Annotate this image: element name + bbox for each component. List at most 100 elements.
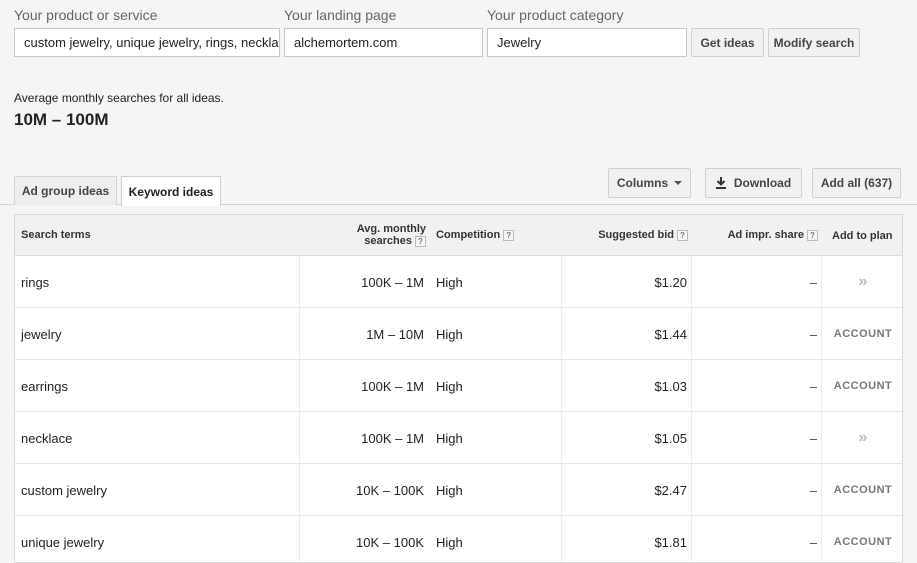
keyword-bid: $1.05	[654, 430, 687, 446]
keyword-competition: High	[436, 430, 463, 446]
keyword-searches: 10K – 100K	[356, 534, 424, 550]
add-to-plan-cell[interactable]: ACCOUNT	[822, 360, 902, 412]
column-divider	[299, 360, 300, 412]
keyword-searches: 10K – 100K	[356, 482, 424, 498]
header-ad-impr-share-label: Ad impr. share	[727, 229, 804, 241]
modify-search-button[interactable]: Modify search	[768, 28, 860, 57]
keyword-competition: High	[436, 326, 463, 342]
add-to-plan-cell[interactable]: ACCOUNT	[822, 516, 902, 562]
help-icon[interactable]: ?	[677, 229, 688, 241]
table-header: Search terms Avg. monthly searches? Comp…	[15, 215, 902, 256]
header-avg-monthly-searches[interactable]: Avg. monthly searches?	[357, 223, 426, 247]
column-divider	[299, 516, 300, 562]
keyword-competition: High	[436, 534, 463, 550]
table-row[interactable]: unique jewelry 10K – 100K High $1.81 – A…	[15, 516, 902, 562]
keyword-bid: $2.47	[654, 482, 687, 498]
keyword-term: necklace	[21, 430, 73, 446]
double-chevron-right-icon[interactable]: »	[859, 273, 868, 291]
column-divider	[299, 412, 300, 464]
keyword-term: jewelry	[21, 326, 62, 342]
column-divider	[691, 464, 692, 516]
table-row[interactable]: necklace 100K – 1M High $1.05 – »	[15, 412, 902, 464]
download-icon	[715, 177, 726, 189]
header-avg-monthly-line1: Avg. monthly	[356, 223, 426, 235]
add-to-plan-cell[interactable]: ACCOUNT	[822, 464, 902, 516]
avg-searches-value: 10M – 100M	[14, 110, 109, 129]
keyword-bid: $1.44	[654, 326, 687, 342]
avg-searches-label: Average monthly searches for all ideas.	[14, 91, 224, 105]
keyword-ideas-table: Search terms Avg. monthly searches? Comp…	[14, 214, 903, 563]
keyword-term: rings	[21, 274, 50, 290]
help-icon[interactable]: ?	[415, 235, 426, 247]
download-button[interactable]: Download	[705, 168, 802, 198]
table-row[interactable]: earrings 100K – 1M High $1.03 – ACCOUNT	[15, 360, 902, 412]
header-suggested-bid[interactable]: Suggested bid?	[598, 229, 688, 241]
column-divider	[691, 360, 692, 412]
column-divider	[299, 464, 300, 516]
add-to-plan-cell[interactable]: ACCOUNT	[822, 308, 902, 360]
column-divider	[691, 308, 692, 360]
columns-button-label: Columns	[616, 176, 669, 190]
keyword-searches: 100K – 1M	[361, 378, 424, 394]
column-divider	[561, 412, 562, 464]
keyword-impr-share: –	[809, 534, 817, 550]
keyword-impr-share: –	[809, 326, 817, 342]
column-divider	[561, 256, 562, 308]
help-icon[interactable]: ?	[503, 229, 515, 241]
keyword-searches: 1M – 10M	[366, 326, 424, 342]
keyword-impr-share: –	[809, 274, 817, 290]
table-body: rings 100K – 1M High $1.20 – » jewelry 1…	[15, 256, 902, 562]
keyword-impr-share: –	[809, 482, 817, 498]
column-divider	[561, 516, 562, 562]
tab-keyword-ideas[interactable]: Keyword ideas	[121, 176, 221, 206]
product-field-label: Your product or service	[14, 7, 158, 23]
header-search-terms[interactable]: Search terms	[21, 229, 91, 241]
column-divider	[561, 360, 562, 412]
account-label[interactable]: ACCOUNT	[834, 380, 893, 392]
column-divider	[691, 412, 692, 464]
table-row[interactable]: jewelry 1M – 10M High $1.44 – ACCOUNT	[15, 308, 902, 360]
tab-ad-group-ideas[interactable]: Ad group ideas	[14, 176, 117, 205]
keyword-searches: 100K – 1M	[361, 274, 424, 290]
header-avg-monthly-line2: searches	[364, 235, 412, 247]
keyword-searches: 100K – 1M	[361, 430, 424, 446]
account-label[interactable]: ACCOUNT	[834, 328, 893, 340]
header-add-to-plan: Add to plan	[832, 230, 893, 242]
columns-button[interactable]: Columns	[608, 168, 691, 198]
double-chevron-right-icon[interactable]: »	[859, 429, 868, 447]
keyword-bid: $1.20	[654, 274, 687, 290]
add-to-plan-cell[interactable]: »	[822, 256, 902, 308]
column-divider	[561, 464, 562, 516]
keyword-competition: High	[436, 378, 463, 394]
keyword-impr-share: –	[809, 430, 817, 446]
add-all-button[interactable]: Add all (637)	[812, 168, 901, 198]
column-divider	[299, 308, 300, 360]
help-icon[interactable]: ?	[807, 229, 818, 241]
header-competition-label: Competition	[436, 229, 501, 241]
keyword-term: earrings	[21, 378, 68, 394]
column-divider	[561, 308, 562, 360]
header-ad-impr-share[interactable]: Ad impr. share?	[728, 229, 818, 241]
table-row[interactable]: rings 100K – 1M High $1.20 – »	[15, 256, 902, 308]
header-suggested-bid-label: Suggested bid	[598, 229, 674, 241]
account-label[interactable]: ACCOUNT	[834, 484, 893, 496]
product-input[interactable]: custom jewelry, unique jewelry, rings, n…	[14, 28, 280, 57]
account-label[interactable]: ACCOUNT	[834, 536, 893, 548]
category-label: Your product category	[487, 7, 624, 23]
keyword-competition: High	[436, 482, 463, 498]
column-divider	[691, 256, 692, 308]
header-competition[interactable]: Competition?	[436, 229, 515, 241]
keyword-impr-share: –	[809, 378, 817, 394]
category-input[interactable]: Jewelry	[487, 28, 687, 57]
landing-page-input[interactable]: alchemortem.com	[284, 28, 483, 57]
keyword-competition: High	[436, 274, 463, 290]
table-row[interactable]: custom jewelry 10K – 100K High $2.47 – A…	[15, 464, 902, 516]
column-divider	[691, 516, 692, 562]
download-button-label: Download	[733, 176, 792, 190]
column-divider	[299, 256, 300, 308]
add-to-plan-cell[interactable]: »	[822, 412, 902, 464]
chevron-down-icon	[674, 181, 683, 185]
get-ideas-button[interactable]: Get ideas	[691, 28, 764, 57]
keyword-term: custom jewelry	[21, 482, 107, 498]
keyword-bid: $1.81	[654, 534, 687, 550]
